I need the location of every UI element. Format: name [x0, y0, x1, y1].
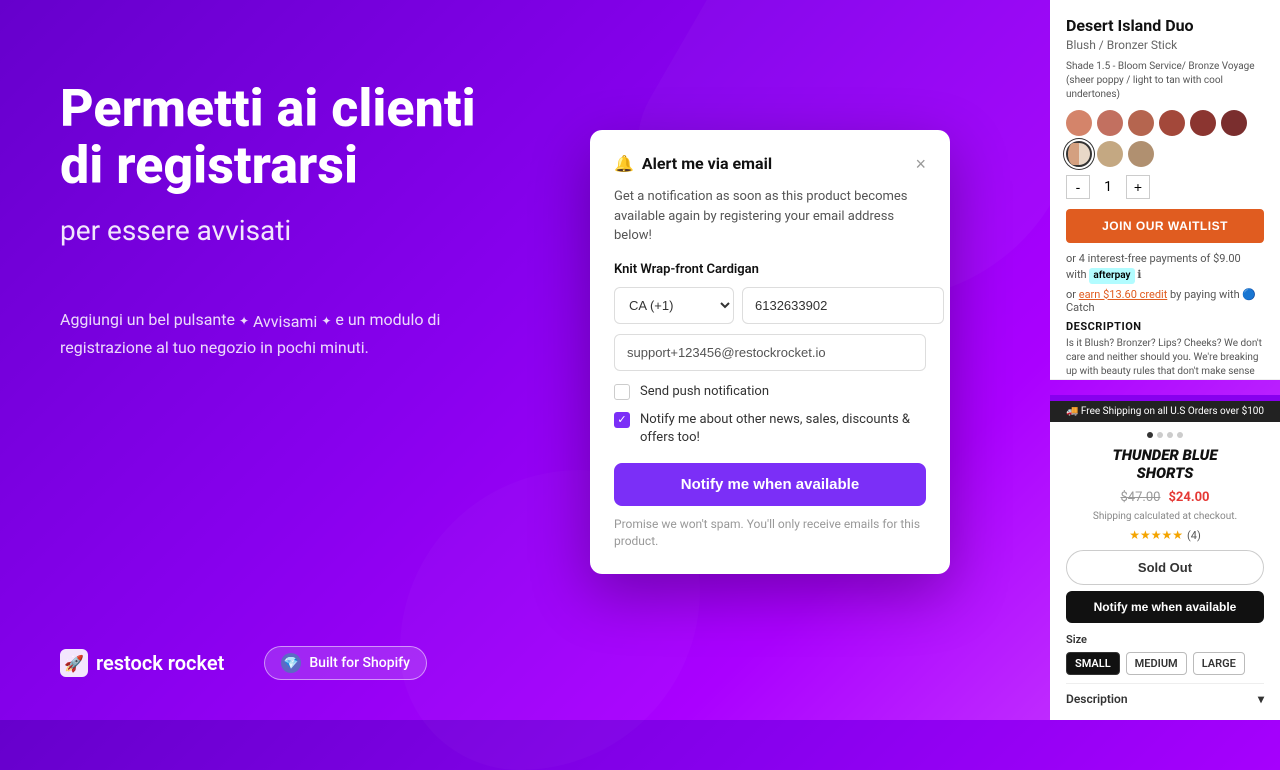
waitlist-button[interactable]: JOIN OUR WAITLIST	[1066, 209, 1264, 243]
catch-text: or earn $13.60 credit by paying with 🔵 C…	[1066, 288, 1256, 314]
description-text-1: Aggiungi un bel pulsante	[60, 310, 235, 329]
modal-header: 🔔 Alert me via email ×	[614, 154, 926, 173]
dot-4[interactable]	[1177, 432, 1183, 438]
hero-subtitle: per essere avvisati	[60, 214, 520, 247]
hero-description: Aggiungi un bel pulsante Avvisami e un m…	[60, 307, 520, 360]
hero-title: Permetti ai clienti di registrarsi	[60, 80, 520, 194]
size-large[interactable]: LARGE	[1193, 652, 1245, 675]
size-row: SMALL MEDIUM LARGE	[1066, 652, 1264, 675]
size-small[interactable]: SMALL	[1066, 652, 1120, 675]
news-checkbox-row: ✓ Notify me about other news, sales, dis…	[614, 411, 926, 447]
dot-1[interactable]	[1147, 432, 1153, 438]
swatch-5[interactable]	[1190, 110, 1216, 136]
afterpay-row: or 4 interest-free payments of $9.00 wit…	[1066, 251, 1264, 283]
brand-name: restock rocket	[96, 651, 224, 675]
dot-3[interactable]	[1167, 432, 1173, 438]
price-sale: $24.00	[1168, 490, 1209, 505]
product-label: Knit Wrap-front Cardigan	[614, 262, 926, 277]
dot-2[interactable]	[1157, 432, 1163, 438]
product-name-top: Desert Island Duo	[1066, 16, 1264, 35]
swatch-6[interactable]	[1221, 110, 1247, 136]
notify-small-button[interactable]: Notify me when available	[1066, 591, 1264, 623]
phone-number-input[interactable]	[742, 287, 944, 324]
right-panel: Desert Island Duo Blush / Bronzer Stick …	[1050, 0, 1280, 720]
push-notification-checkbox[interactable]	[614, 384, 630, 400]
bell-icon: 🔔	[614, 154, 634, 173]
swatch-8[interactable]	[1097, 141, 1123, 167]
swatch-3[interactable]	[1128, 110, 1154, 136]
color-swatches	[1066, 110, 1264, 167]
quantity-increase-button[interactable]: +	[1126, 175, 1150, 199]
product-title-line2: SHORTS	[1066, 464, 1264, 482]
quantity-decrease-button[interactable]: -	[1066, 175, 1090, 199]
modal-title-text: Alert me via email	[642, 154, 772, 173]
shipping-note: Shipping calculated at checkout.	[1066, 511, 1264, 522]
description-text: Is it Blush? Bronzer? Lips? Cheeks? We d…	[1066, 337, 1264, 380]
price-row: $47.00 $24.00	[1066, 490, 1264, 505]
swatch-9[interactable]	[1128, 141, 1154, 167]
catch-row: or earn $13.60 credit by paying with 🔵 C…	[1066, 288, 1264, 314]
email-input[interactable]	[614, 334, 926, 371]
quantity-row: - 1 +	[1066, 175, 1264, 199]
modal-title: 🔔 Alert me via email	[614, 154, 772, 173]
modal-wrapper: 🔔 Alert me via email × Get a notificatio…	[590, 130, 950, 574]
sold-out-button[interactable]: Sold Out	[1066, 550, 1264, 585]
modal-description: Get a notification as soon as this produ…	[614, 187, 926, 246]
phone-country-select[interactable]: CA (+1)	[614, 287, 734, 324]
swatch-2[interactable]	[1097, 110, 1123, 136]
push-notification-label: Send push notification	[640, 383, 769, 401]
carousel-dots	[1066, 432, 1264, 438]
phone-row: CA (+1)	[614, 287, 926, 324]
hero-section: Permetti ai clienti di registrarsi per e…	[60, 80, 520, 410]
chevron-down-icon: ▾	[1258, 692, 1264, 706]
stars-row: ★★★★★ (4)	[1066, 528, 1264, 542]
review-count: (4)	[1187, 529, 1201, 542]
description-title: DESCRIPTION	[1066, 320, 1264, 333]
notify-button[interactable]: Notify me when available	[614, 463, 926, 506]
footer: 🚀 restock rocket 💎 Built for Shopify	[60, 646, 427, 680]
modal-close-button[interactable]: ×	[915, 155, 926, 173]
description-section: DESCRIPTION Is it Blush? Bronzer? Lips? …	[1066, 320, 1264, 380]
brand-icon: 🚀	[60, 649, 88, 677]
description-toggle[interactable]: Description ▾	[1066, 683, 1264, 706]
shopify-badge-label: Built for Shopify	[309, 655, 410, 671]
size-medium[interactable]: MEDIUM	[1126, 652, 1187, 675]
push-notification-row: Send push notification	[614, 383, 926, 401]
shopify-badge[interactable]: 💎 Built for Shopify	[264, 646, 427, 680]
size-label: Size	[1066, 633, 1264, 646]
afterpay-badge: afterpay	[1089, 268, 1134, 284]
stars: ★★★★★	[1129, 528, 1183, 542]
quantity-value: 1	[1098, 179, 1118, 195]
news-checkbox[interactable]: ✓	[614, 412, 630, 428]
description-toggle-label: Description	[1066, 692, 1128, 706]
product-title-bottom: THUNDER BLUE SHORTS	[1066, 446, 1264, 482]
news-checkbox-label: Notify me about other news, sales, disco…	[640, 411, 926, 447]
avvisami-highlight: Avvisami	[239, 309, 331, 335]
free-shipping-bar: 🚚 Free Shipping on all U.S Orders over $…	[1050, 401, 1280, 422]
shopify-badge-icon: 💎	[281, 653, 301, 673]
swatch-7[interactable]	[1066, 141, 1092, 167]
swatch-4[interactable]	[1159, 110, 1185, 136]
price-original: $47.00	[1120, 490, 1160, 505]
modal: 🔔 Alert me via email × Get a notificatio…	[590, 130, 950, 574]
shade-label: Shade 1.5 - Bloom Service/ Bronze Voyage…	[1066, 60, 1264, 102]
product-type-top: Blush / Bronzer Stick	[1066, 38, 1264, 52]
product-card-top: Desert Island Duo Blush / Bronzer Stick …	[1050, 0, 1280, 380]
disclaimer: Promise we won't spam. You'll only recei…	[614, 516, 926, 550]
product-card-bottom: 🚚 Free Shipping on all U.S Orders over $…	[1050, 395, 1280, 720]
brand: 🚀 restock rocket	[60, 649, 224, 677]
product-title-line1: THUNDER BLUE	[1066, 446, 1264, 464]
swatch-1[interactable]	[1066, 110, 1092, 136]
